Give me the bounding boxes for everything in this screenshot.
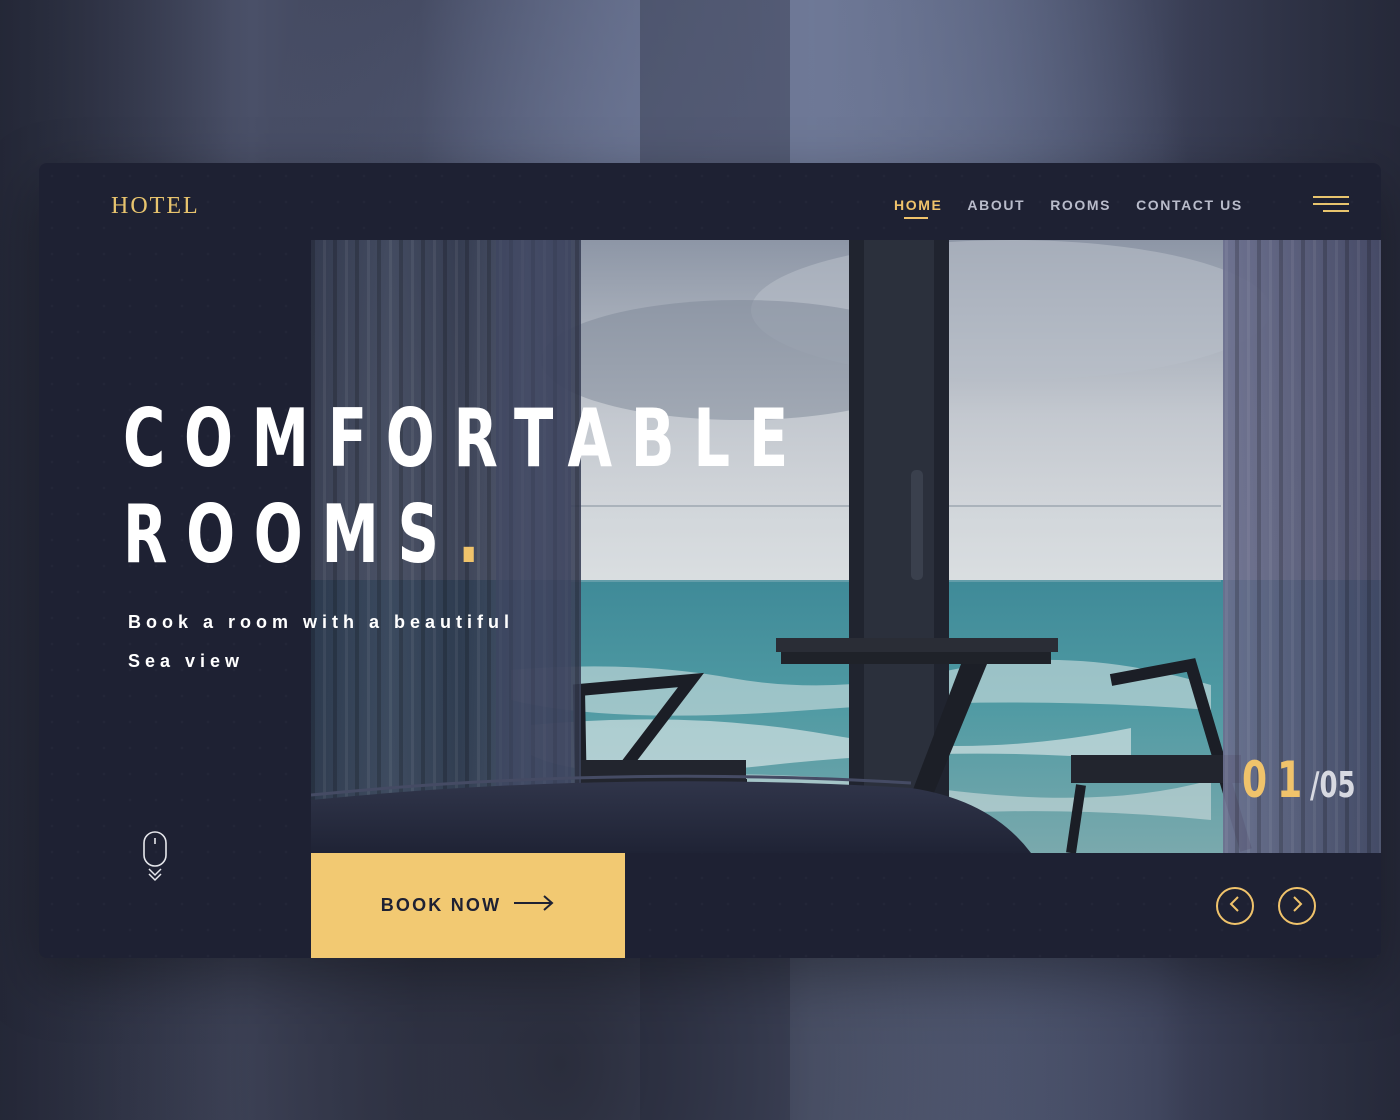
slide-counter: 01/05 bbox=[1242, 751, 1373, 809]
nav-item-about[interactable]: ABOUT bbox=[967, 197, 1025, 213]
headline-line-2: ROOMS bbox=[123, 488, 458, 581]
hero-card: HOTEL HOME ABOUT ROOMS CONTACT US COMFOR… bbox=[39, 163, 1381, 958]
hamburger-menu-icon[interactable] bbox=[1313, 196, 1349, 216]
book-now-label: BOOK NOW bbox=[380, 895, 502, 915]
headline-accent-dot: . bbox=[457, 488, 499, 581]
nav-item-home[interactable]: HOME bbox=[894, 197, 942, 219]
headline-line-1: COMFORTABLE bbox=[123, 392, 807, 485]
hero-headline: COMFORTABLE ROOMS. bbox=[123, 391, 807, 583]
chevron-left-icon bbox=[1228, 895, 1242, 918]
subline-line-1: Book a room with a beautiful bbox=[128, 612, 515, 632]
subline-line-2: Sea view bbox=[128, 651, 245, 671]
main-nav: HOME ABOUT ROOMS CONTACT US bbox=[894, 197, 1243, 219]
hero-subline: Book a room with a beautiful Sea view bbox=[128, 603, 514, 681]
mouse-scroll-icon[interactable] bbox=[142, 831, 168, 888]
slide-total: /05 bbox=[1309, 765, 1356, 806]
headline-line-2-wrap: ROOMS. bbox=[123, 487, 807, 583]
slide-current: 01 bbox=[1242, 751, 1313, 809]
next-slide-button[interactable] bbox=[1278, 887, 1316, 925]
nav-item-rooms[interactable]: ROOMS bbox=[1050, 197, 1111, 213]
chevron-right-icon bbox=[1290, 895, 1304, 918]
book-now-button[interactable]: BOOK NOW bbox=[311, 853, 625, 958]
nav-item-contact-us[interactable]: CONTACT US bbox=[1136, 197, 1243, 213]
long-arrow-right-icon bbox=[513, 894, 555, 917]
brand-logo[interactable]: HOTEL bbox=[111, 193, 200, 220]
prev-slide-button[interactable] bbox=[1216, 887, 1254, 925]
